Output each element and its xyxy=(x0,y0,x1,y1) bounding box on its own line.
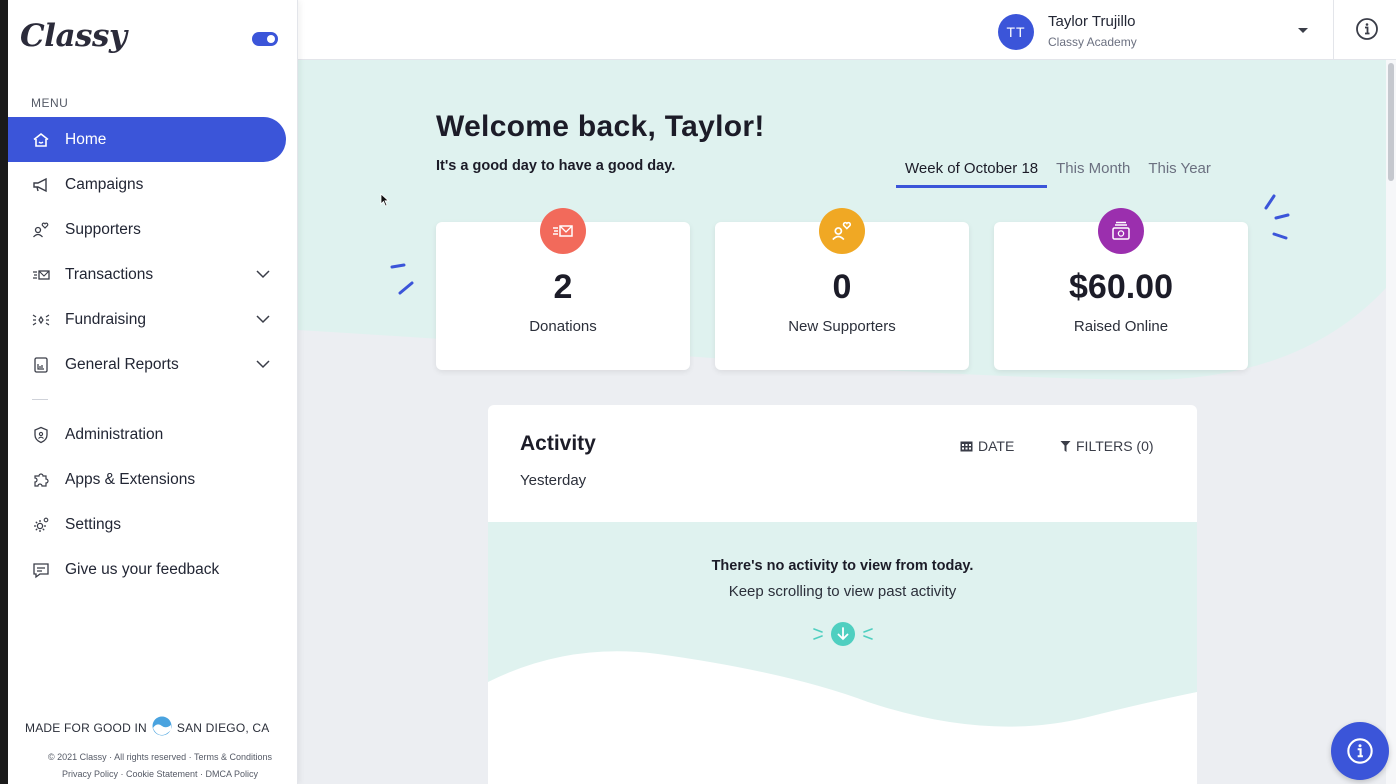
sidebar-item-label: Administration xyxy=(65,425,164,443)
caret-down-icon[interactable] xyxy=(1298,28,1308,33)
feedback-icon xyxy=(32,561,50,579)
sidebar-item-label: Transactions xyxy=(65,265,154,283)
window-edge xyxy=(0,0,8,784)
sidebar-item-label: Fundraising xyxy=(65,310,146,328)
stat-label: Raised Online xyxy=(1073,318,1169,335)
stat-card-raised-online: $60.00 Raised Online xyxy=(994,208,1248,370)
donation-icon xyxy=(540,208,586,254)
made-for-good-text: MADE FOR GOOD IN xyxy=(25,720,147,735)
sidebar-item-home[interactable]: Home xyxy=(8,117,286,162)
stat-value: 0 xyxy=(832,268,852,306)
user-name[interactable]: Taylor Trujillo xyxy=(1048,13,1136,30)
sidebar-item-label: Campaigns xyxy=(65,175,144,193)
activity-title: Activity xyxy=(520,432,596,455)
page-subtitle: It's a good day to have a good day. xyxy=(436,158,676,174)
classy-logo[interactable]: Classy xyxy=(20,18,127,54)
money-icon xyxy=(1098,208,1144,254)
sidebar-footer: MADE FOR GOOD IN SAN DIEGO, CA © 2021 Cl… xyxy=(25,716,295,783)
stat-value: 2 xyxy=(553,268,573,306)
empty-subtitle: Keep scrolling to view past activity xyxy=(728,583,957,600)
sidebar-item-fundraising[interactable]: Fundraising xyxy=(8,297,298,342)
sidebar-item-transactions[interactable]: Transactions xyxy=(8,252,298,297)
stat-value: $60.00 xyxy=(1069,268,1173,306)
info-icon[interactable] xyxy=(1355,17,1379,46)
activity-panel: Activity Yesterday DATE FILTERS (0) Ther… xyxy=(488,405,1197,784)
chevron-down-icon[interactable] xyxy=(256,266,270,284)
sparkle-left-icon xyxy=(390,263,414,295)
page-scrollbar[interactable] xyxy=(1386,60,1396,784)
empty-title: There's no activity to view from today. xyxy=(711,558,974,574)
gear-icon xyxy=(32,516,50,534)
legal-links: © 2021 Classy · All rights reserved · Te… xyxy=(25,749,295,783)
sidebar-item-supporters[interactable]: Supporters xyxy=(8,207,298,252)
stat-card-supporters: 0 New Supporters xyxy=(715,208,969,370)
fundraising-burst-icon xyxy=(32,311,50,329)
sidebar-item-label: Apps & Extensions xyxy=(65,470,196,488)
filters-label: FILTERS (0) xyxy=(1076,438,1154,454)
sidebar-toggle[interactable] xyxy=(252,32,278,46)
sidebar-item-label: Settings xyxy=(65,515,122,533)
sidebar-item-apps-extensions[interactable]: Apps & Extensions xyxy=(8,457,298,502)
home-icon xyxy=(32,131,50,149)
report-icon xyxy=(32,356,50,374)
sidebar-item-label: Supporters xyxy=(65,220,141,238)
stat-card-donations: 2 Donations xyxy=(436,208,690,370)
transaction-card-icon xyxy=(32,266,50,284)
sidebar-item-administration[interactable]: Administration xyxy=(8,412,298,457)
legal-line-1[interactable]: © 2021 Classy · All rights reserved · Te… xyxy=(25,749,295,766)
scrollbar-thumb[interactable] xyxy=(1388,63,1394,181)
avatar[interactable]: TT xyxy=(998,14,1034,50)
supporter-heart-icon xyxy=(32,221,50,239)
sidebar-item-label: General Reports xyxy=(65,355,179,373)
legal-line-2[interactable]: Privacy Policy · Cookie Statement · DMCA… xyxy=(25,766,295,783)
wave-logo-icon xyxy=(152,716,172,739)
tab-week[interactable]: Week of October 18 xyxy=(896,160,1048,188)
sidebar-item-label: Home xyxy=(65,130,107,148)
sidebar-item-general-reports[interactable]: General Reports xyxy=(8,342,298,387)
page-title: Welcome back, Taylor! xyxy=(436,110,765,143)
mouse-cursor-icon xyxy=(380,193,390,207)
puzzle-icon xyxy=(32,471,50,489)
filters-button[interactable]: FILTERS (0) xyxy=(1060,438,1154,454)
top-bar: TT Taylor Trujillo Classy Academy xyxy=(298,0,1396,60)
sparkle-right-icon xyxy=(1264,194,1290,240)
sidebar-item-label: Give us your feedback xyxy=(65,560,220,578)
date-filter-button[interactable]: DATE xyxy=(960,438,1014,454)
user-org: Classy Academy xyxy=(1048,35,1137,49)
info-icon xyxy=(1347,738,1373,764)
calendar-icon xyxy=(960,441,973,452)
activity-empty-state: There's no activity to view from today. … xyxy=(488,522,1197,784)
divider xyxy=(1333,0,1334,60)
tab-month[interactable]: This Month xyxy=(1047,160,1139,188)
sidebar-item-feedback[interactable]: Give us your feedback xyxy=(8,547,298,592)
sidebar: Classy MENU Home Campaigns Supporters Tr xyxy=(8,0,298,784)
main-content: Welcome back, Taylor! It's a good day to… xyxy=(298,60,1386,784)
tab-year[interactable]: This Year xyxy=(1139,160,1220,188)
filter-icon xyxy=(1060,440,1071,452)
sidebar-item-campaigns[interactable]: Campaigns xyxy=(8,162,298,207)
stat-label: Donations xyxy=(529,318,597,335)
made-for-good: MADE FOR GOOD IN SAN DIEGO, CA xyxy=(25,716,295,739)
stat-label: New Supporters xyxy=(788,318,896,335)
activity-period: Yesterday xyxy=(520,472,587,489)
chevron-down-icon[interactable] xyxy=(256,356,270,374)
nav-divider xyxy=(32,399,48,400)
sidebar-nav: Home Campaigns Supporters Transactions F… xyxy=(8,117,298,592)
menu-label: MENU xyxy=(31,96,69,110)
scroll-down-indicator[interactable] xyxy=(809,620,877,653)
shield-icon xyxy=(32,426,50,444)
megaphone-icon xyxy=(32,176,50,194)
location-text: SAN DIEGO, CA xyxy=(176,720,270,735)
supporter-heart-icon xyxy=(819,208,865,254)
help-button[interactable] xyxy=(1331,722,1389,780)
sidebar-item-settings[interactable]: Settings xyxy=(8,502,298,547)
chevron-down-icon[interactable] xyxy=(256,311,270,329)
period-tabs: Week of October 18 This Month This Year xyxy=(896,160,1220,188)
date-label: DATE xyxy=(978,438,1015,454)
